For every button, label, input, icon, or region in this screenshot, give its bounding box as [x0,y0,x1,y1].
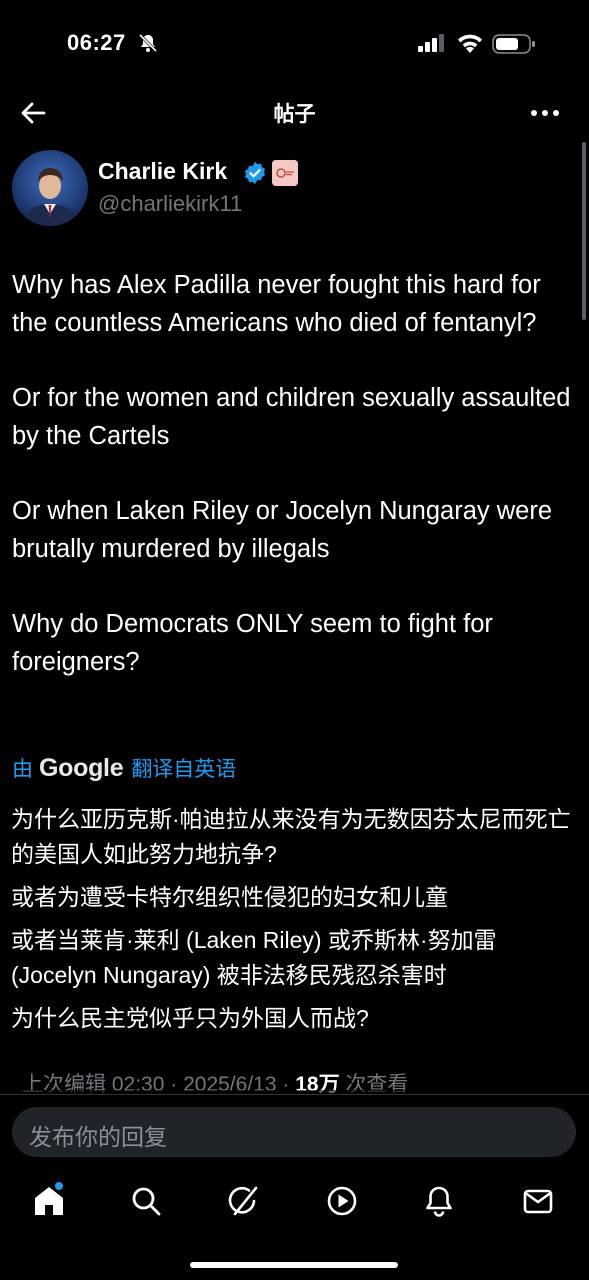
notifications-icon[interactable] [422,1184,456,1218]
translated-paragraph: 或者为遭受卡特尔组织性侵犯的妇女和儿童 [11,884,448,910]
grok-icon[interactable] [227,1184,261,1218]
divider [0,1094,589,1095]
more-options-button[interactable] [528,98,562,128]
messages-icon[interactable] [521,1184,555,1218]
home-unread-dot [55,1182,63,1190]
post-paragraph: Or for the women and children sexually a… [12,384,571,450]
affiliation-badge-icon[interactable] [272,160,298,186]
translation-attribution[interactable]: 由 Google 翻译自英语 [12,750,236,786]
author-display-name[interactable]: Charlie Kirk [98,158,227,185]
bell-off-icon [138,33,158,53]
page-title: 帖子 [273,103,316,126]
reply-input[interactable]: 发布你的回复 [12,1107,576,1157]
translated-paragraph: 为什么民主党似乎只为外国人而战? [11,1005,369,1031]
translated-paragraph: 或者当莱肯·莱利 (Laken Riley) 或乔斯林·努加雷 (Jocelyn… [11,927,497,988]
translation-source-label: 翻译自英语 [131,758,237,781]
avatar[interactable] [12,150,88,226]
post-paragraph: Why has Alex Padilla never fought this h… [12,271,541,337]
tab-bar [0,1170,589,1234]
post-paragraph: Or when Laken Riley or Jocelyn Nungaray … [12,497,553,563]
home-indicator[interactable] [190,1262,398,1268]
content-fade [0,1090,589,1108]
post-text: Why has Alex Padilla never fought this h… [12,267,572,681]
status-bar: 06:27 [0,0,589,88]
author-handle[interactable]: @charliekirk11 [98,191,242,217]
status-time: 06:27 [67,30,126,55]
post-author: Charlie Kirk @charliekirk11 [12,150,572,230]
battery-icon [492,34,535,54]
search-icon[interactable] [129,1184,163,1218]
reply-placeholder: 发布你的回复 [29,1124,167,1150]
translation-by-label: 由 [12,758,33,781]
nav-bar: 帖子 [0,88,589,140]
video-icon[interactable] [325,1184,359,1218]
post-paragraph: Why do Democrats ONLY seem to fight for … [12,610,493,676]
google-logo: Google [39,753,124,782]
cellular-signal-icon [418,34,444,52]
translated-text: 为什么亚历克斯·帕迪拉从来没有为无数因芬太尼而死亡的美国人如此努力地抗争? 或者… [11,802,576,1044]
wifi-icon [458,34,482,53]
verified-badge-icon [245,162,265,184]
scroll-indicator[interactable] [582,142,586,320]
translated-paragraph: 为什么亚历克斯·帕迪拉从来没有为无数因芬太尼而死亡的美国人如此努力地抗争? [11,806,571,867]
